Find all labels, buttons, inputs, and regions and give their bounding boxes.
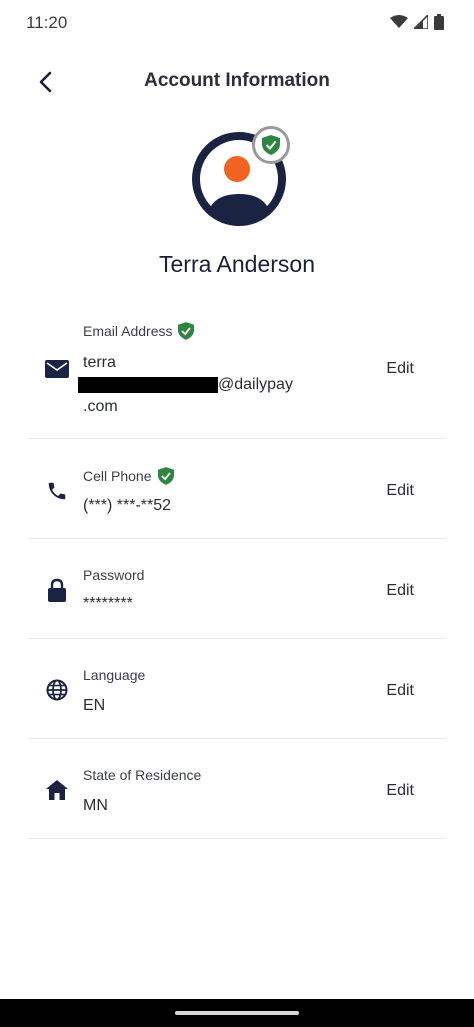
phone-label-wrap: Cell Phone	[83, 467, 174, 485]
email-line1: terra	[83, 354, 116, 371]
envelope-icon	[44, 356, 70, 382]
page-title: Account Information	[144, 70, 330, 91]
lock-icon	[44, 577, 70, 603]
home-gesture-handle[interactable]	[175, 1011, 299, 1015]
verified-badge	[252, 126, 290, 164]
email-line3: .com	[83, 398, 118, 415]
email-row: Email Address terra @dailypay .com Edit	[28, 300, 446, 439]
email-label-wrap: Email Address	[83, 322, 195, 340]
edit-language-button[interactable]: Edit	[386, 682, 414, 700]
state-label: State of Residence	[83, 767, 202, 783]
app-bar: Account Information	[0, 58, 474, 106]
verified-shield-icon	[157, 467, 174, 485]
phone-icon	[44, 478, 70, 504]
state-row: State of Residence MN Edit	[28, 739, 446, 839]
globe-icon	[44, 677, 70, 703]
verified-shield-icon	[178, 322, 195, 340]
status-time: 11:20	[26, 13, 68, 32]
status-bar: 11:20	[0, 0, 474, 46]
state-value: MN	[83, 797, 108, 814]
language-value: EN	[83, 697, 106, 714]
email-domain: @dailypay	[218, 376, 293, 393]
phone-row: Cell Phone (***) ***-**52 Edit	[28, 439, 446, 539]
email-label: Email Address	[83, 323, 173, 339]
account-info-list: Email Address terra @dailypay .com Edit …	[28, 300, 446, 839]
password-label: Password	[83, 567, 145, 583]
edit-state-button[interactable]: Edit	[386, 782, 414, 800]
redacted-block	[78, 376, 218, 393]
wifi-icon	[390, 15, 408, 28]
phone-label: Cell Phone	[83, 468, 152, 484]
edit-phone-button[interactable]: Edit	[386, 482, 414, 500]
phone-value: (***) ***-**52	[83, 497, 172, 514]
system-nav-bar	[0, 999, 474, 1027]
edit-password-button[interactable]: Edit	[386, 582, 414, 600]
cell-signal-icon	[414, 15, 428, 29]
password-value: ********	[83, 595, 133, 612]
email-value: terra @dailypay .com	[78, 352, 293, 418]
user-name: Terra Anderson	[159, 251, 315, 277]
language-label: Language	[83, 667, 146, 683]
status-icons	[390, 14, 444, 30]
password-row: Password ******** Edit	[28, 539, 446, 639]
language-row: Language EN Edit	[28, 639, 446, 739]
home-icon	[44, 777, 70, 803]
edit-email-button[interactable]: Edit	[386, 360, 414, 378]
battery-icon	[434, 14, 444, 30]
email-line2: @dailypay	[78, 374, 293, 396]
shield-check-icon	[262, 135, 280, 155]
